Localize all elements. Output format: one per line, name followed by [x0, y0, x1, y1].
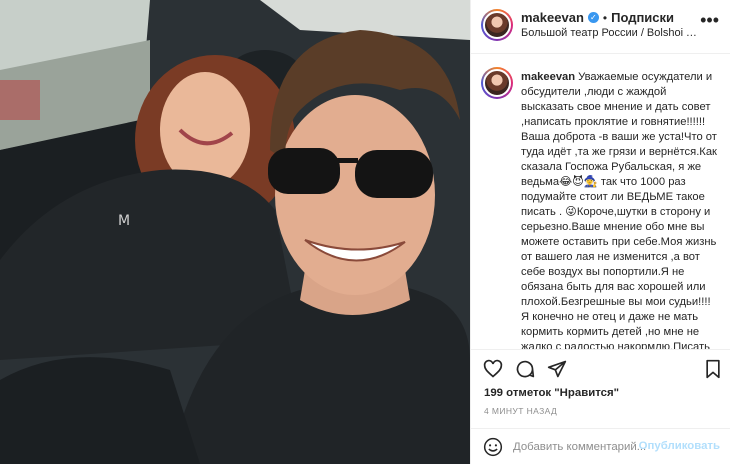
- post-photo[interactable]: M: [0, 0, 470, 464]
- caption-text: makeevan Уважаемые осуждатели и обсудител…: [521, 70, 721, 350]
- verified-badge-icon: ✓: [587, 12, 599, 23]
- action-bar: [471, 352, 730, 384]
- follow-button[interactable]: Подписки: [611, 10, 674, 25]
- post-header: makeevan ✓ • Подписки Большой театр Росс…: [471, 0, 730, 54]
- avatar[interactable]: [481, 9, 513, 41]
- heart-icon[interactable]: [483, 359, 503, 379]
- caption-area: makeevan Уважаемые осуждатели и обсудител…: [471, 54, 730, 350]
- caption-avatar[interactable]: [481, 67, 513, 99]
- caption-body: Уважаемые осуждатели и обсудители ,люди …: [521, 71, 717, 350]
- comment-bar: Опубликовать: [471, 428, 730, 464]
- publish-button[interactable]: Опубликовать: [639, 440, 720, 452]
- selfie-image: M: [0, 0, 470, 464]
- share-icon[interactable]: [547, 359, 567, 379]
- more-options-icon[interactable]: •••: [700, 11, 719, 29]
- likes-count[interactable]: 199 отметок "Нравится": [484, 387, 619, 399]
- header-user-row: makeevan ✓ • Подписки: [521, 10, 674, 25]
- svg-text:M: M: [118, 213, 130, 229]
- username-link[interactable]: makeevan: [521, 10, 584, 25]
- comment-icon[interactable]: [515, 359, 535, 379]
- comment-input[interactable]: [513, 438, 653, 456]
- emoji-icon[interactable]: [483, 437, 503, 457]
- post-side-panel: makeevan ✓ • Подписки Большой театр Росс…: [470, 0, 730, 464]
- post-time[interactable]: 4 МИНУТ НАЗАД: [484, 406, 557, 416]
- caption-username-link[interactable]: makeevan: [521, 71, 575, 83]
- separator-dot: •: [602, 10, 608, 25]
- location-link[interactable]: Большой театр России / Bolshoi Theatre R…: [521, 27, 701, 39]
- bookmark-icon[interactable]: [703, 359, 723, 379]
